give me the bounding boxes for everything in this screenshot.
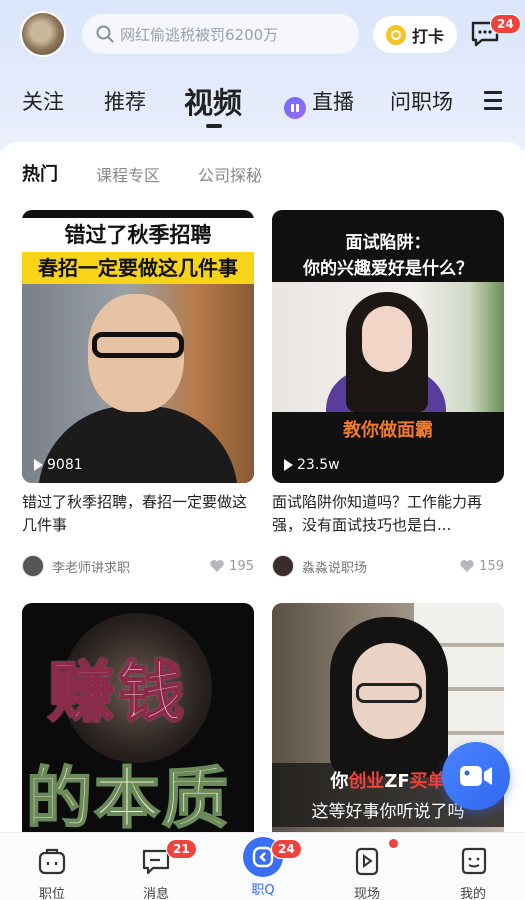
tab-follow[interactable]: 关注	[22, 86, 64, 116]
bottom-nav-messages[interactable]: 消息 21	[116, 833, 197, 900]
play-doc-icon	[355, 847, 379, 876]
thumbnail-title-part: ZF	[384, 771, 410, 792]
like-count-value: 159	[479, 558, 504, 574]
coin-icon	[385, 24, 406, 45]
checkin-button[interactable]: 打卡	[373, 16, 457, 53]
heart-icon	[460, 560, 474, 572]
play-icon	[34, 459, 43, 471]
heart-icon	[210, 560, 224, 572]
user-avatar[interactable]	[20, 11, 66, 57]
author-name[interactable]: 李老师讲求职	[52, 557, 130, 576]
play-count: 9081	[34, 457, 83, 473]
author-name[interactable]: 淼淼说职场	[302, 557, 367, 576]
thumbnail-title: 面试陷阱： 你的兴趣爱好是什么？	[272, 230, 504, 282]
menu-icon[interactable]	[484, 91, 502, 110]
thumbnail-title-highlight: 创业	[348, 771, 385, 792]
profile-face-icon	[461, 847, 487, 875]
video-card[interactable]: 赚钱 的本质	[22, 603, 254, 832]
thumbnail-title-line1: 面试陷阱：	[345, 233, 431, 253]
bottom-nav-me[interactable]: 我的	[433, 833, 513, 900]
subtab-courses[interactable]: 课程专区	[96, 162, 160, 186]
notification-dot	[389, 839, 398, 848]
subtab-hot[interactable]: 热门	[22, 160, 58, 186]
thumbnail-cta: 教你做面霸	[343, 420, 433, 441]
bottom-nav-label: 现场	[353, 887, 380, 900]
thumbnail-subtitle: 春招一定要做这几件事	[22, 252, 254, 284]
bottom-nav: 职位 消息 21 职Q 24 现场 我的	[0, 832, 525, 900]
messages-badge: 21	[166, 839, 197, 859]
top-bar: 网红偷逃税被罚6200万 打卡 24	[0, 0, 525, 70]
play-count: 23.5w	[284, 457, 340, 473]
thumbnail-title: 赚钱	[47, 653, 188, 732]
subtab-company[interactable]: 公司探秘	[198, 162, 262, 186]
like-count-value: 195	[229, 558, 254, 574]
bottom-nav-label: 职Q	[251, 883, 275, 898]
search-placeholder: 网红偷逃税被罚6200万	[120, 25, 279, 44]
bottom-nav-live-scene[interactable]: 现场	[327, 833, 407, 900]
video-meta: 淼淼说职场 159	[272, 555, 504, 577]
video-camera-icon	[460, 766, 492, 786]
video-thumbnail[interactable]: 赚钱 的本质	[22, 603, 254, 832]
content-panel: 热门 课程专区 公司探秘 错过了秋季招聘 春招一定要做这几件事 9081 错过了…	[0, 142, 525, 832]
thumbnail-title: 错过了秋季招聘	[22, 218, 254, 252]
bottom-nav-label: 职位	[38, 887, 65, 900]
video-caption[interactable]: 错过了秋季招聘，春招一定要做这几件事	[22, 491, 254, 537]
record-video-button[interactable]	[442, 742, 510, 810]
tab-video[interactable]: 视频	[184, 80, 242, 122]
video-thumbnail[interactable]: 面试陷阱： 你的兴趣爱好是什么？ 教你做面霸 23.5w	[272, 210, 504, 483]
search-bar[interactable]: 网红偷逃税被罚6200万	[82, 14, 359, 54]
briefcase-icon	[38, 848, 66, 875]
checkin-label: 打卡	[411, 26, 444, 46]
play-icon	[284, 459, 293, 471]
play-count-value: 9081	[47, 457, 83, 473]
tab-live-label: 直播	[312, 90, 354, 114]
messages-button[interactable]: 24	[470, 14, 521, 50]
thumbnail-title-highlight: 买单	[409, 771, 446, 792]
live-icon	[284, 97, 306, 119]
tab-workplace-qa[interactable]: 问职场	[390, 86, 453, 116]
zhiq-badge: 24	[271, 839, 302, 859]
video-meta: 李老师讲求职 195	[22, 555, 254, 577]
author-avatar[interactable]	[22, 555, 44, 577]
video-card[interactable]: 错过了秋季招聘 春招一定要做这几件事 9081 错过了秋季招聘，春招一定要做这几…	[22, 210, 254, 577]
like-count[interactable]: 159	[459, 559, 504, 574]
video-caption[interactable]: 面试陷阱你知道吗？工作能力再强，没有面试技巧也是白...	[272, 491, 504, 537]
tab-live[interactable]: 直播	[284, 86, 354, 119]
tab-recommend[interactable]: 推荐	[104, 86, 146, 116]
bottom-nav-label: 消息	[142, 887, 169, 900]
messages-badge: 24	[490, 14, 521, 34]
video-thumbnail[interactable]: 错过了秋季招聘 春招一定要做这几件事 9081	[22, 210, 254, 483]
bottom-nav-zhiq[interactable]: 职Q 24	[223, 833, 303, 898]
thumbnail-title-part: 你	[330, 771, 349, 792]
active-tab-indicator	[206, 124, 222, 128]
author-avatar[interactable]	[272, 555, 294, 577]
thumbnail-title-line2: 你的兴趣爱好是什么？	[303, 259, 473, 279]
bottom-nav-jobs[interactable]: 职位	[12, 833, 92, 900]
thumbnail-subtitle: 的本质	[25, 759, 230, 832]
top-nav-tabs: 关注 推荐 视频 直播 问职场	[0, 78, 525, 130]
search-icon	[96, 25, 114, 43]
sub-tabs: 热门 课程专区 公司探秘	[22, 162, 262, 186]
video-card[interactable]: 面试陷阱： 你的兴趣爱好是什么？ 教你做面霸 23.5w 面试陷阱你知道吗？工作能…	[272, 210, 504, 577]
bottom-nav-label: 我的	[459, 887, 486, 900]
play-count-value: 23.5w	[297, 457, 340, 473]
like-count[interactable]: 195	[209, 559, 254, 574]
